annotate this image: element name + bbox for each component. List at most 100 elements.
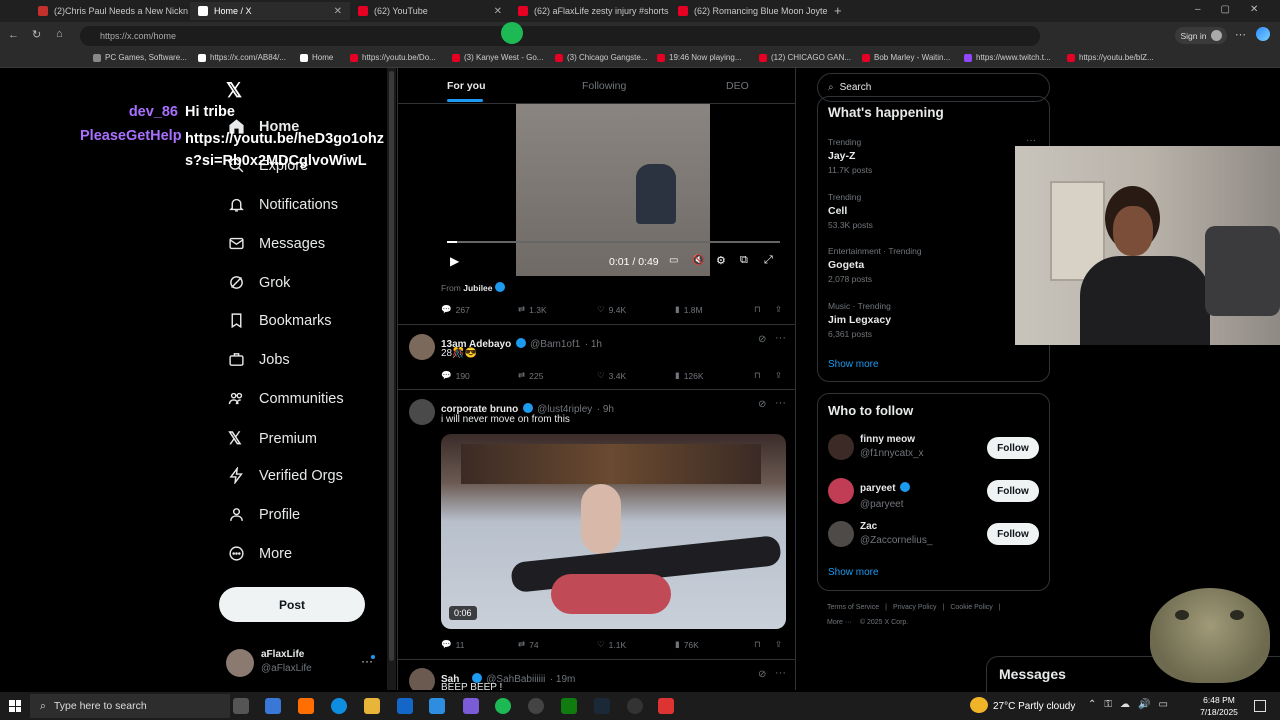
tab-deo[interactable]: DEO [726, 80, 749, 92]
menu-dots-icon[interactable]: ⋯ [1235, 28, 1246, 41]
mute-icon[interactable]: 🔇 [692, 255, 704, 266]
fullscreen-icon[interactable]: ⤢ [764, 254, 773, 267]
url-field[interactable]: https://x.com/home [80, 26, 1040, 46]
settings-gear-icon[interactable]: ⚙ [716, 254, 726, 267]
repost-button[interactable]: ⇄ 225 [518, 370, 543, 381]
follow-button[interactable]: Follow [987, 523, 1039, 545]
weather-text[interactable]: 27°C Partly cloudy [993, 701, 1075, 712]
like-button[interactable]: ♡ 3.4K [597, 370, 626, 381]
bookmark[interactable]: PC Games, Software... [93, 53, 187, 62]
nav-communities[interactable]: Communities [228, 390, 344, 407]
home-icon[interactable]: ⌂ [56, 28, 63, 40]
discord-icon[interactable] [463, 698, 479, 714]
file-explorer-icon[interactable] [364, 698, 380, 714]
browser-tab[interactable]: (2)Chris Paul Needs a New Nickn ✕ [30, 2, 190, 20]
task-view-icon[interactable] [233, 698, 249, 714]
refresh-icon[interactable]: ↻ [32, 28, 41, 41]
sidebar-scrollbar[interactable] [387, 68, 396, 690]
trend-item[interactable]: Music · Trending Jim Legxacy 6,361 posts [828, 301, 891, 339]
like-button[interactable]: ♡ 1.1K [597, 639, 626, 650]
avatar[interactable] [409, 399, 435, 425]
xbox-icon[interactable] [561, 698, 577, 714]
repost-button[interactable]: ⇄ 74 [518, 639, 539, 650]
avatar[interactable] [828, 521, 854, 547]
outlook-icon[interactable] [397, 698, 413, 714]
views-button[interactable]: ▮ 1.8M [675, 304, 703, 315]
clock[interactable]: 6:48 PM 7/18/2025 [1196, 694, 1242, 718]
app-icon[interactable] [298, 698, 314, 714]
bookmark-icon[interactable]: ⊓ [754, 370, 761, 381]
privacy-link[interactable]: Privacy Policy [893, 604, 937, 611]
avatar[interactable] [409, 334, 435, 360]
app-icon[interactable] [627, 698, 643, 714]
show-more-link[interactable]: Show more [828, 567, 879, 578]
app-icon[interactable] [265, 698, 281, 714]
taskbar-search-input[interactable]: ⌕ Type here to search [30, 694, 230, 718]
views-button[interactable]: ▮ 76K [675, 639, 699, 650]
avatar[interactable] [828, 434, 854, 460]
cookie-link[interactable]: Cookie Policy [950, 604, 992, 611]
video-progress[interactable] [447, 241, 780, 243]
edge-icon[interactable] [331, 698, 347, 714]
share-icon[interactable]: ⇪ [775, 304, 782, 315]
app-icon[interactable] [429, 698, 445, 714]
nav-premium[interactable]: 𝕏 Premium [228, 429, 317, 449]
nav-more[interactable]: More [228, 545, 292, 562]
browser-tab[interactable]: (62) Romancing Blue Moon Joyte ✕ [670, 2, 830, 20]
reply-button[interactable]: 💬 190 [441, 370, 470, 381]
nav-notifications[interactable]: Notifications [228, 196, 338, 213]
bookmark[interactable]: (3) Kanye West - Go... [452, 53, 543, 62]
more-icon[interactable]: ··· [775, 397, 786, 409]
system-tray-icons[interactable]: ⌃⚿☁🔊▭ [1088, 699, 1176, 710]
bookmark[interactable]: Home [300, 53, 333, 62]
tab-for-you[interactable]: For you [447, 80, 486, 92]
back-icon[interactable]: ← [8, 29, 19, 41]
tab-following[interactable]: Following [582, 80, 626, 92]
bookmark[interactable]: https://youtu.be/blZ... [1067, 53, 1154, 62]
nav-messages[interactable]: Messages [228, 235, 325, 252]
more-icon[interactable]: ··· [775, 332, 786, 344]
new-tab-button[interactable]: + [834, 3, 842, 18]
steam-icon[interactable] [594, 698, 610, 714]
video-player[interactable]: ▶ 0:01 / 0:49 ▭ 🔇 ⚙ ⧉ ⤢ [441, 104, 786, 276]
popout-icon[interactable]: ⧉ [740, 254, 748, 267]
x-logo-icon[interactable]: 𝕏 [226, 78, 242, 103]
avatar[interactable] [828, 478, 854, 504]
grok-icon[interactable]: ⊘ [758, 334, 766, 345]
reply-button[interactable]: 💬 11 [441, 639, 464, 650]
share-icon[interactable]: ⇪ [775, 639, 782, 650]
grok-icon[interactable]: ⊘ [758, 399, 766, 410]
play-icon[interactable]: ▶ [450, 254, 459, 268]
bookmark[interactable]: https://www.twitch.t... [964, 53, 1051, 62]
trend-item[interactable]: Entertainment · Trending Gogeta 2,078 po… [828, 246, 922, 284]
captions-icon[interactable]: ▭ [669, 255, 678, 266]
app-icon[interactable] [528, 698, 544, 714]
bookmark[interactable]: 19:46 Now playing... [657, 53, 742, 62]
share-icon[interactable]: ⇪ [775, 370, 782, 381]
post-button[interactable]: Post [219, 587, 365, 622]
nav-jobs[interactable]: Jobs [228, 351, 290, 368]
author-handle[interactable]: @Bam1of1 [530, 339, 580, 350]
source-name[interactable]: Jubilee [463, 283, 492, 293]
views-button[interactable]: ▮ 126K [675, 370, 704, 381]
nav-profile[interactable]: Profile [228, 506, 300, 523]
follow-suggestion[interactable]: paryeet @paryeet [860, 478, 911, 510]
bookmark[interactable]: (12) CHICAGO GAN... [759, 53, 851, 62]
nav-bookmarks[interactable]: Bookmarks [228, 312, 332, 329]
nav-grok[interactable]: Grok [228, 274, 290, 291]
trend-item[interactable]: Trending Jay-Z 11.7K posts [828, 137, 872, 175]
browser-tab-active[interactable]: Home / X ✕ [190, 2, 350, 20]
more-icon[interactable]: ··· [775, 667, 786, 679]
notification-center-icon[interactable] [1254, 700, 1266, 712]
more-icon[interactable]: ··· [1026, 135, 1036, 146]
follow-suggestion[interactable]: Zac @Zaccornelius_ [860, 521, 932, 546]
reply-button[interactable]: 💬 267 [441, 304, 470, 315]
windows-start-icon[interactable] [9, 700, 21, 712]
follow-button[interactable]: Follow [987, 480, 1039, 502]
bookmark-icon[interactable]: ⊓ [754, 304, 761, 315]
more-link[interactable]: More ··· [827, 619, 852, 626]
post-video[interactable]: 0:06 [441, 434, 786, 629]
spotify-icon[interactable] [495, 698, 511, 714]
bookmark[interactable]: Bob Marley - Waitin... [862, 53, 950, 62]
show-more-link[interactable]: Show more [828, 359, 879, 370]
